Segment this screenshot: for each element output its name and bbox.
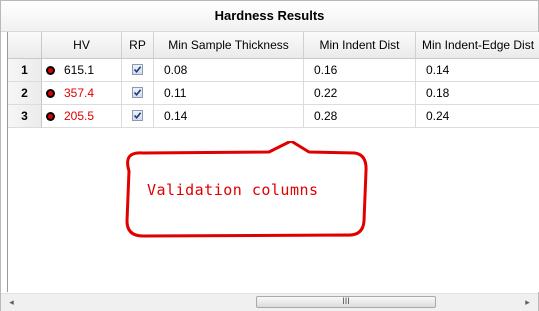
checkmark-icon	[133, 89, 142, 97]
indent-edge-dist-cell[interactable]: 0.24	[416, 105, 539, 128]
panel-title: Hardness Results	[1, 1, 538, 32]
column-header-min-indent-edge-dist[interactable]: Min Indent-Edge Dist	[416, 32, 539, 58]
indent-edge-dist-cell[interactable]: 0.14	[416, 59, 539, 82]
hv-value: 205.5	[64, 109, 95, 123]
hardness-marker-icon	[46, 112, 55, 121]
hardness-marker-icon	[46, 66, 55, 75]
column-header-rp[interactable]: RP	[122, 32, 154, 58]
rp-checkbox[interactable]	[132, 110, 143, 121]
annotation-text: Validation columns	[147, 181, 319, 199]
rp-cell	[122, 82, 154, 105]
column-header-min-indent-dist[interactable]: Min Indent Dist	[304, 32, 416, 58]
row-number[interactable]: 1	[8, 59, 42, 82]
hv-cell[interactable]: 357.4	[42, 82, 122, 105]
hardness-marker-icon	[46, 89, 55, 98]
scrollbar-grip-icon: III	[342, 296, 350, 306]
row-number[interactable]: 3	[8, 105, 42, 128]
hv-value: 615.1	[64, 63, 95, 77]
rp-checkbox[interactable]	[132, 64, 143, 75]
thickness-cell[interactable]: 0.14	[154, 105, 304, 128]
scroll-left-icon[interactable]: ◂	[3, 294, 20, 311]
checkmark-icon	[133, 66, 142, 74]
row-number[interactable]: 2	[8, 82, 42, 105]
checkmark-icon	[133, 112, 142, 120]
table-row[interactable]: 3 205.5 0.14 0.28 0.24	[8, 105, 539, 128]
rp-cell	[122, 59, 154, 82]
hv-cell[interactable]: 615.1	[42, 59, 122, 82]
indent-edge-dist-cell[interactable]: 0.18	[416, 82, 539, 105]
horizontal-scrollbar[interactable]: ◂ III ▸	[1, 293, 538, 311]
scrollbar-thumb[interactable]: III	[256, 296, 436, 308]
rp-checkbox[interactable]	[132, 87, 143, 98]
hv-cell[interactable]: 205.5	[42, 105, 122, 128]
table-row[interactable]: 1 615.1 0.08 0.16 0.14	[8, 59, 539, 82]
indent-dist-cell[interactable]: 0.28	[304, 105, 416, 128]
hv-value: 357.4	[64, 86, 95, 100]
table-row[interactable]: 2 357.4 0.11 0.22 0.18	[8, 82, 539, 105]
thickness-cell[interactable]: 0.08	[154, 59, 304, 82]
scroll-right-icon[interactable]: ▸	[519, 294, 536, 311]
rp-cell	[122, 105, 154, 128]
column-header-min-sample-thickness[interactable]: Min Sample Thickness	[154, 32, 304, 58]
indent-dist-cell[interactable]: 0.16	[304, 59, 416, 82]
corner-cell	[8, 32, 42, 58]
indent-dist-cell[interactable]: 0.22	[304, 82, 416, 105]
thickness-cell[interactable]: 0.11	[154, 82, 304, 105]
grid-header: HV RP Min Sample Thickness Min Indent Di…	[8, 32, 539, 59]
column-header-hv[interactable]: HV	[42, 32, 122, 58]
hardness-results-panel: Hardness Results HV RP Min Sample Thickn…	[0, 0, 539, 311]
